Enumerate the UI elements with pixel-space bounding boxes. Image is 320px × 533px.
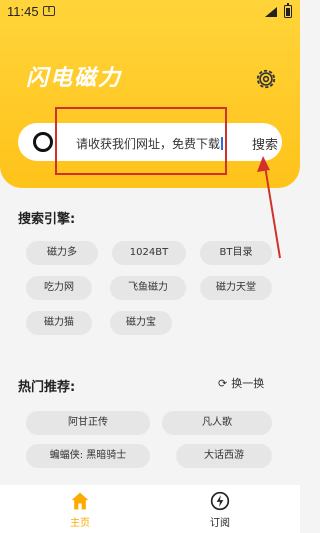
signal-icon — [265, 7, 277, 17]
hot-tag[interactable]: 蝙蝠侠: 黑暗骑士 — [26, 444, 150, 468]
engines-title: 搜索引擎: — [18, 212, 76, 227]
status-time: 11:45 — [7, 4, 39, 19]
refresh-label: 换一换 — [231, 377, 265, 390]
status-bar: 11:45 ! — [0, 0, 300, 24]
engine-tag[interactable]: 磁力多 — [26, 241, 98, 265]
tab-subscribe-label: 订阅 — [210, 518, 230, 529]
hot-tag[interactable]: 阿甘正传 — [26, 411, 150, 435]
tab-home[interactable]: 主页 — [50, 491, 110, 529]
refresh-icon: ⟳ — [218, 377, 228, 390]
tab-home-label: 主页 — [70, 518, 90, 529]
engine-tag[interactable]: 1024BT — [112, 241, 186, 265]
search-icon — [33, 132, 53, 152]
lightning-icon — [210, 491, 230, 511]
engine-tag[interactable]: 磁力宝 — [110, 311, 172, 335]
tab-subscribe[interactable]: 订阅 — [190, 491, 250, 529]
engine-tag[interactable]: 飞鱼磁力 — [110, 276, 186, 300]
engine-tag[interactable]: BT目录 — [200, 241, 272, 265]
home-icon — [71, 492, 89, 510]
hot-tag[interactable]: 大话西游 — [176, 444, 272, 468]
alert-icon: ! — [43, 6, 55, 16]
engine-tag[interactable]: 吃力网 — [26, 276, 92, 300]
hot-title: 热门推荐: — [18, 380, 76, 395]
bottom-tab-bar: 主页 订阅 — [0, 485, 300, 533]
highlight-annotation-box — [55, 107, 227, 175]
settings-icon[interactable] — [255, 68, 277, 90]
hot-tag[interactable]: 凡人歌 — [162, 411, 272, 435]
engine-tag[interactable]: 磁力猫 — [26, 311, 92, 335]
refresh-button[interactable]: ⟳ 换一换 — [218, 375, 264, 391]
engine-tag[interactable]: 磁力天堂 — [200, 276, 272, 300]
app-title: 闪电磁力 — [26, 66, 123, 91]
battery-icon — [284, 3, 292, 18]
